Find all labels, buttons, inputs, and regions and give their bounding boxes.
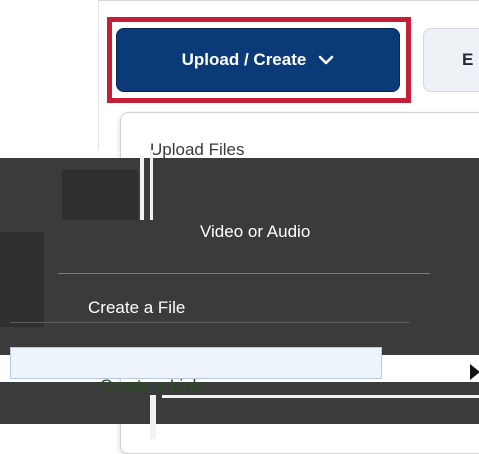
menu-item-create-link-label: Create a Link bbox=[100, 376, 202, 395]
glitch-block bbox=[62, 170, 138, 220]
upload-create-label: Upload / Create bbox=[181, 50, 307, 69]
menu-item-upload-files[interactable]: Upload Files bbox=[150, 140, 245, 160]
next-toolbar-button-label: E bbox=[462, 50, 474, 69]
chevron-down-icon bbox=[319, 55, 334, 65]
menu-item-upload-files-label: Upload Files bbox=[150, 140, 245, 159]
next-toolbar-button[interactable]: E bbox=[423, 28, 479, 92]
glitch-line bbox=[150, 395, 156, 439]
menu-item-video-audio-label: Video or Audio bbox=[200, 222, 311, 241]
selection-highlight bbox=[10, 347, 382, 379]
menu-divider bbox=[10, 322, 410, 323]
glitch-block bbox=[0, 232, 44, 327]
menu-item-video-audio[interactable]: Video or Audio bbox=[200, 222, 310, 242]
glitch-band-3 bbox=[0, 382, 479, 424]
cursor-icon bbox=[470, 364, 479, 380]
panel-top-border bbox=[98, 0, 479, 1]
menu-item-create-file-label: Create a File bbox=[88, 298, 186, 317]
menu-item-create-link[interactable]: Create a Link bbox=[100, 376, 201, 396]
upload-create-button[interactable]: Upload / Create bbox=[116, 28, 400, 92]
glitch-line bbox=[162, 395, 479, 398]
menu-divider bbox=[58, 273, 430, 274]
panel-left-border bbox=[98, 0, 99, 150]
menu-item-create-file[interactable]: Create a File bbox=[88, 298, 185, 318]
